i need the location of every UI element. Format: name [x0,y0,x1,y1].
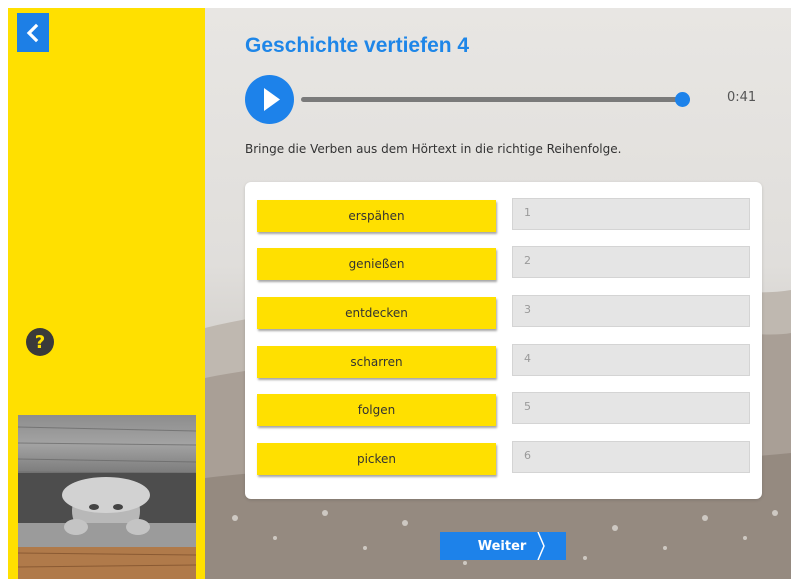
order-row: genießen 2 [245,246,762,282]
exercise-area: Geschichte vertiefen 4 0:41 Bringe die V… [205,8,791,579]
verb-card[interactable]: entdecken [257,297,496,329]
verb-card[interactable]: picken [257,443,496,475]
order-row: scharren 4 [245,344,762,380]
page-title: Geschichte vertiefen 4 [245,34,470,57]
audio-time: 0:41 [727,90,757,105]
audio-progress-thumb[interactable] [674,92,690,107]
order-row: folgen 5 [245,392,762,428]
play-button[interactable] [245,75,294,124]
next-label: Weiter [477,538,527,554]
drop-slot[interactable]: 6 [512,441,750,473]
sidebar: ? [8,8,205,579]
back-button[interactable] [17,13,49,52]
ordering-card: erspähen 1 genießen 2 entdecken 3 scharr… [245,182,762,499]
next-button[interactable]: Weiter [440,532,568,560]
instruction-text: Bringe die Verben aus dem Hörtext in die… [245,142,622,156]
drop-slot[interactable]: 5 [512,392,750,424]
verb-card[interactable]: folgen [257,394,496,426]
chevron-left-icon [26,23,39,42]
drop-slot[interactable]: 3 [512,295,750,327]
verb-card[interactable]: genießen [257,248,496,280]
verb-card[interactable]: scharren [257,346,496,378]
play-icon [264,88,280,111]
drop-slot[interactable]: 1 [512,198,750,230]
audio-progress-track[interactable] [301,97,690,102]
order-row: entdecken 3 [245,295,762,331]
question-icon: ? [34,331,46,353]
order-row: picken 6 [245,441,762,477]
help-button[interactable]: ? [26,328,54,356]
order-row: erspähen 1 [245,198,762,234]
drop-slot[interactable]: 2 [512,246,750,278]
drop-slot[interactable]: 4 [512,344,750,376]
story-image [18,415,196,579]
verb-card[interactable]: erspähen [257,200,496,232]
